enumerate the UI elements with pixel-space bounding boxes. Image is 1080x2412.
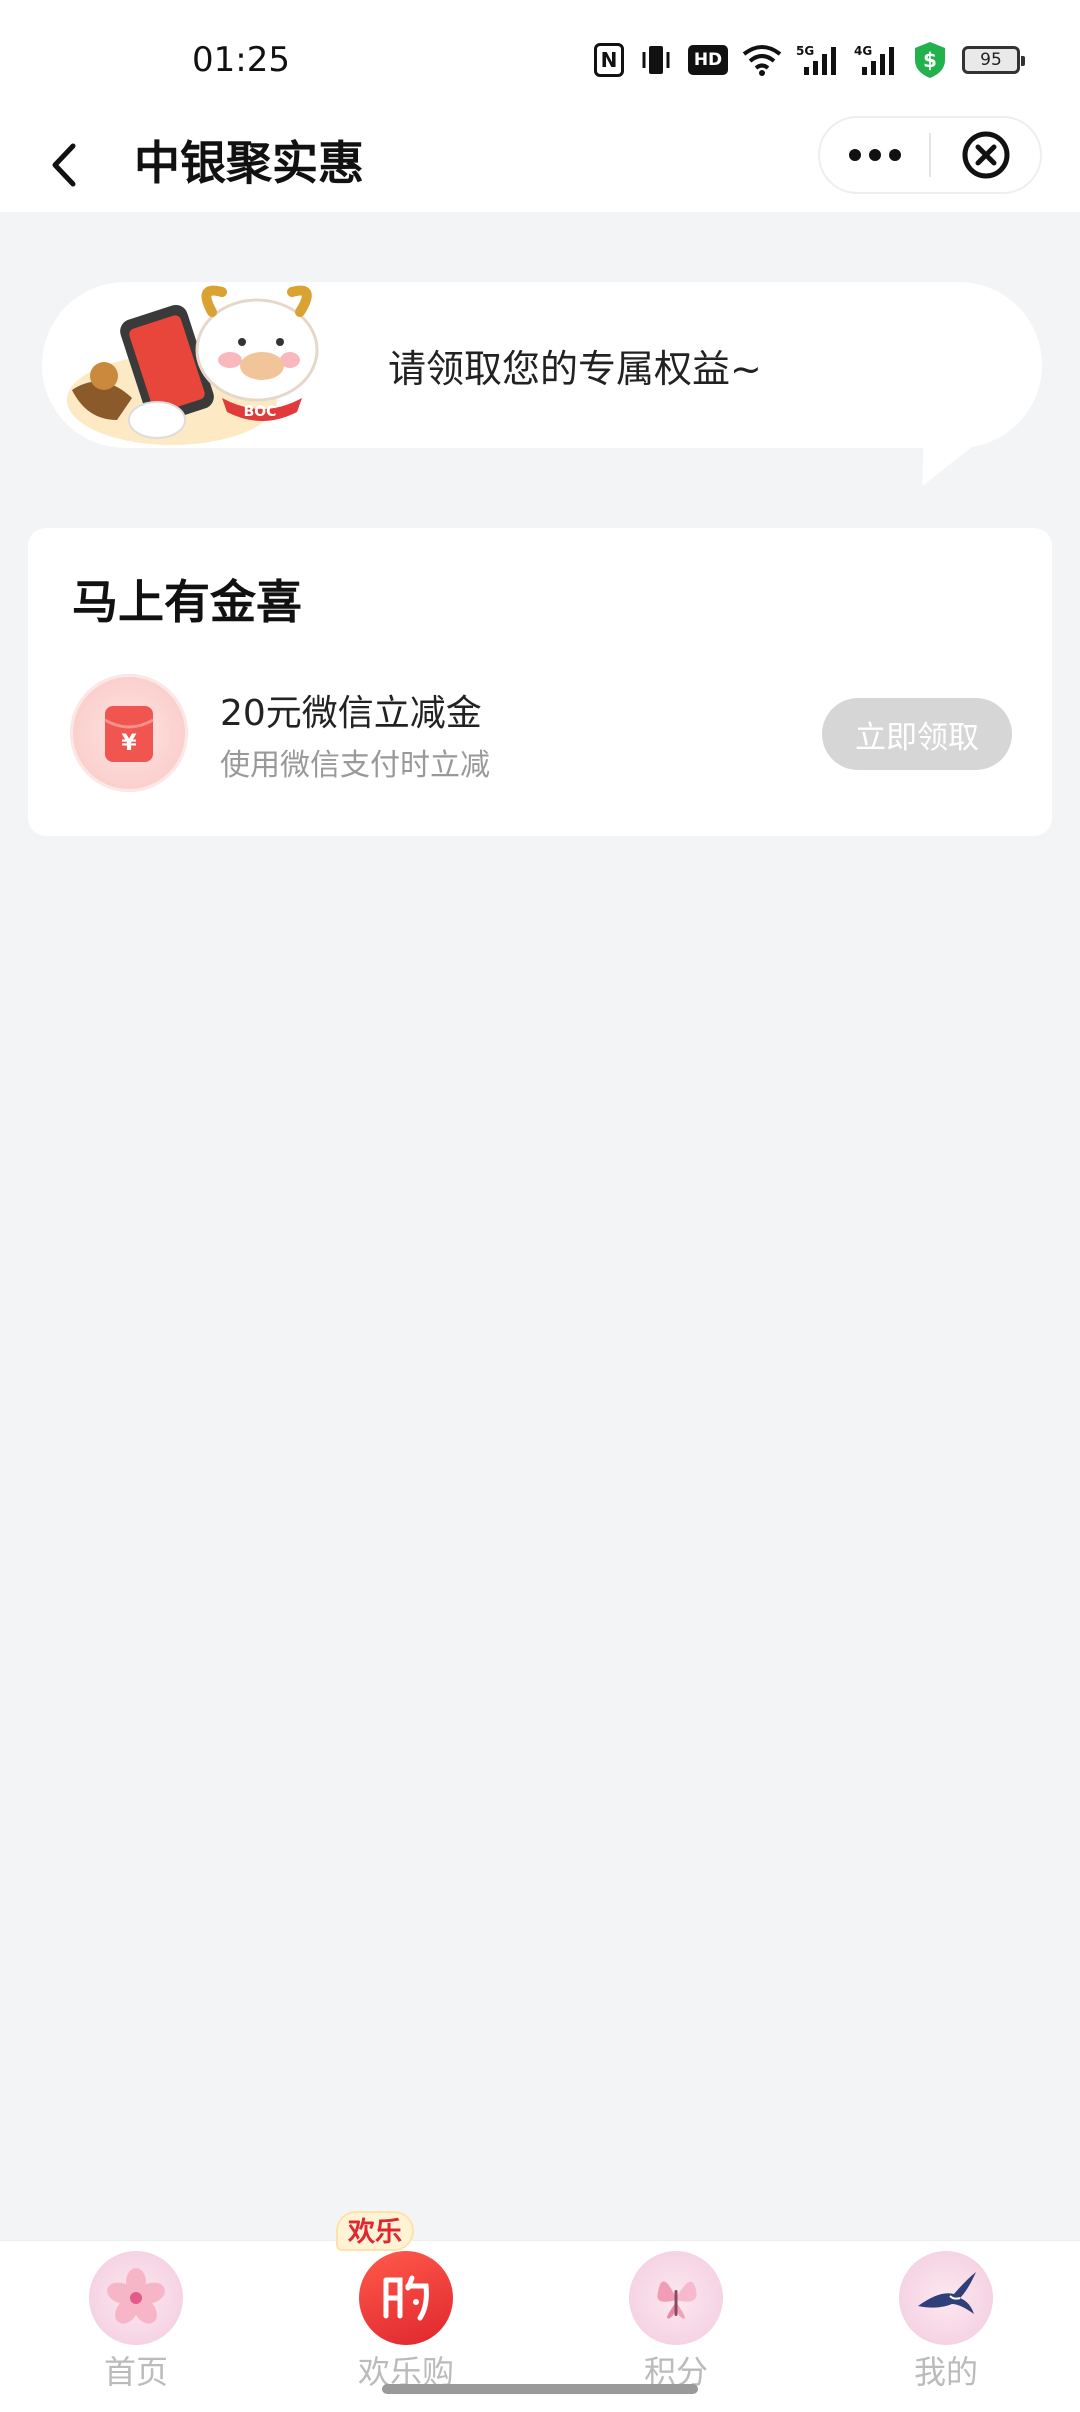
svg-text:$: $	[923, 48, 937, 72]
signal-5g-icon: 5G	[796, 40, 840, 80]
status-time: 01:25	[192, 40, 290, 80]
nfc-icon: N	[594, 43, 624, 77]
yen-symbol: ¥	[121, 731, 137, 756]
card-title: 马上有金喜	[72, 575, 302, 629]
wifi-icon	[742, 40, 782, 80]
status-bar: 01:25 N HD 5G 4G $ 95	[0, 0, 1080, 116]
flower-icon	[89, 2251, 183, 2345]
battery-icon: 95	[962, 46, 1025, 74]
tab-home[interactable]: 首页	[56, 2241, 216, 2412]
tab-mine-label: 我的	[913, 2353, 978, 2391]
back-button[interactable]	[30, 130, 100, 200]
svg-text:4G: 4G	[854, 44, 872, 58]
tab-mine[interactable]: 我的	[866, 2241, 1026, 2412]
claim-button[interactable]: 立即领取	[822, 698, 1012, 770]
shopping-icon	[359, 2251, 453, 2345]
svg-text:5G: 5G	[796, 44, 814, 58]
security-shield-icon: $	[912, 40, 948, 80]
signal-4g-icon: 4G	[854, 40, 898, 80]
close-button[interactable]	[931, 116, 1040, 194]
mascot-illustration: BOC	[67, 285, 319, 445]
more-dots-icon	[848, 149, 901, 161]
banner-text: 请领取您的专属权益~	[388, 347, 762, 391]
butterfly-icon	[629, 2251, 723, 2345]
tab-badge: 欢乐	[336, 2211, 414, 2251]
close-circle-icon	[962, 131, 1009, 179]
home-indicator[interactable]	[382, 2384, 698, 2394]
more-button[interactable]	[820, 116, 929, 194]
page-title: 中银聚实惠	[134, 136, 364, 190]
nav-bar: 中银聚实惠	[0, 116, 1080, 212]
status-icons: N HD 5G 4G $ 95	[594, 38, 1025, 82]
vibrate-icon	[638, 40, 674, 80]
coupon-description: 使用微信支付时立减	[220, 748, 490, 783]
hd-icon: HD	[688, 45, 728, 75]
chevron-left-icon	[52, 143, 76, 187]
red-envelope-icon: ¥	[70, 674, 188, 792]
benefit-card: 马上有金喜 ¥ 20元微信立减金 使用微信支付时立减 立即领取	[28, 528, 1052, 836]
coupon-name: 20元微信立减金	[220, 693, 482, 734]
mascot-tag: BOC	[244, 404, 277, 420]
swallow-icon	[899, 2251, 993, 2345]
tab-home-label: 首页	[103, 2353, 168, 2391]
mini-program-capsule	[818, 116, 1042, 194]
